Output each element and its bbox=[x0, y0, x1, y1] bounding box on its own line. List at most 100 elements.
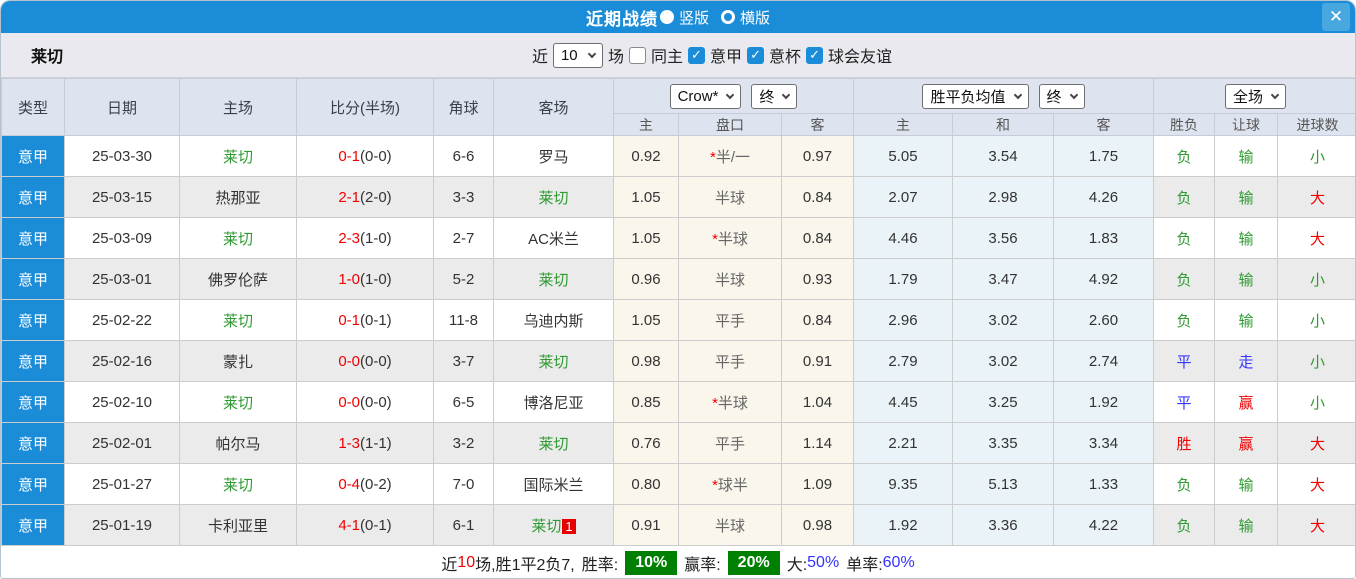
subcol-result: 胜负 bbox=[1154, 114, 1215, 136]
match-score: 0-1(0-1) bbox=[297, 300, 434, 341]
single-rate-value: 60% bbox=[883, 554, 915, 572]
handicap: *半球 bbox=[679, 218, 782, 259]
europe-away: 1.33 bbox=[1054, 464, 1154, 505]
europe-away: 4.92 bbox=[1054, 259, 1154, 300]
table-row: 意甲25-02-01帕尔马1-3(1-1)3-2莱切0.76平手1.142.21… bbox=[2, 423, 1356, 464]
handicap-result: 输 bbox=[1215, 464, 1278, 505]
home-team: 佛罗伦萨 bbox=[180, 259, 297, 300]
europe-period-select[interactable]: 终 bbox=[1039, 84, 1085, 109]
return-rate-badge: 20% bbox=[728, 551, 780, 575]
away-team: 博洛尼亚 bbox=[494, 382, 614, 423]
corners: 3-3 bbox=[434, 177, 494, 218]
result: 负 bbox=[1154, 218, 1215, 259]
handicap: 半球 bbox=[679, 177, 782, 218]
layout-horizontal-radio[interactable]: 横版 bbox=[721, 7, 770, 28]
away-team: 莱切 bbox=[494, 341, 614, 382]
europe-draw: 3.02 bbox=[953, 341, 1054, 382]
europe-away: 1.83 bbox=[1054, 218, 1154, 259]
match-date: 25-03-01 bbox=[65, 259, 180, 300]
match-score: 0-0(0-0) bbox=[297, 341, 434, 382]
odds-group-header: Crow* 终 bbox=[614, 79, 854, 114]
odds-home: 0.91 bbox=[614, 505, 679, 546]
chevron-down-icon bbox=[726, 90, 734, 98]
rank-badge: 1 bbox=[562, 519, 575, 534]
big-value: 50% bbox=[807, 554, 839, 572]
odds-away: 0.97 bbox=[782, 136, 854, 177]
europe-away: 2.74 bbox=[1054, 341, 1154, 382]
europe-odds-select[interactable]: 胜平负均值 bbox=[922, 84, 1028, 109]
odds-away: 0.84 bbox=[782, 177, 854, 218]
europe-away: 3.34 bbox=[1054, 423, 1154, 464]
check-icon: ✓ bbox=[809, 47, 820, 63]
result: 平 bbox=[1154, 341, 1215, 382]
match-score: 2-1(2-0) bbox=[297, 177, 434, 218]
odds-away: 0.98 bbox=[782, 505, 854, 546]
italy-cup-checkbox[interactable]: ✓ bbox=[747, 47, 764, 64]
italy-cup-label: 意杯 bbox=[769, 43, 801, 67]
serie-a-checkbox[interactable]: ✓ bbox=[688, 47, 705, 64]
goals-result: 小 bbox=[1278, 382, 1356, 423]
odds-away: 1.14 bbox=[782, 423, 854, 464]
europe-draw: 2.98 bbox=[953, 177, 1054, 218]
full-match-select[interactable]: 全场 bbox=[1225, 84, 1286, 109]
same-home-checkbox[interactable] bbox=[629, 47, 646, 64]
league-badge: 意甲 bbox=[2, 300, 65, 341]
away-team: AC米兰 bbox=[494, 218, 614, 259]
recent-results-dialog: 近期战绩 竖版 横版 ✕ 莱切 近 10 场 同主 ✓ 意甲 ✓ 意杯 bbox=[0, 0, 1356, 579]
handicap: *半/一 bbox=[679, 136, 782, 177]
league-badge: 意甲 bbox=[2, 423, 65, 464]
odds-period-select[interactable]: 终 bbox=[751, 84, 797, 109]
result: 负 bbox=[1154, 505, 1215, 546]
table-row: 意甲25-03-15热那亚2-1(2-0)3-3莱切1.05半球0.842.07… bbox=[2, 177, 1356, 218]
odds-home: 0.85 bbox=[614, 382, 679, 423]
europe-draw: 5.13 bbox=[953, 464, 1054, 505]
col-type: 类型 bbox=[2, 79, 65, 136]
league-badge: 意甲 bbox=[2, 382, 65, 423]
bookmaker-select[interactable]: Crow* bbox=[670, 84, 742, 109]
home-team: 莱切 bbox=[180, 136, 297, 177]
match-score: 0-0(0-0) bbox=[297, 382, 434, 423]
match-score: 1-3(1-1) bbox=[297, 423, 434, 464]
league-badge: 意甲 bbox=[2, 259, 65, 300]
match-date: 25-01-27 bbox=[65, 464, 180, 505]
corners: 5-2 bbox=[434, 259, 494, 300]
europe-home: 5.05 bbox=[854, 136, 953, 177]
home-team: 帕尔马 bbox=[180, 423, 297, 464]
league-badge: 意甲 bbox=[2, 464, 65, 505]
europe-draw: 3.36 bbox=[953, 505, 1054, 546]
club-friendly-checkbox[interactable]: ✓ bbox=[806, 47, 823, 64]
goals-result: 小 bbox=[1278, 300, 1356, 341]
handicap-result: 输 bbox=[1215, 218, 1278, 259]
europe-draw: 3.25 bbox=[953, 382, 1054, 423]
full-match-value: 全场 bbox=[1233, 86, 1263, 107]
odds-home: 0.80 bbox=[614, 464, 679, 505]
bookmaker-value: Crow* bbox=[678, 88, 719, 105]
corners: 11-8 bbox=[434, 300, 494, 341]
dialog-title: 近期战绩 bbox=[586, 5, 658, 30]
table-row: 意甲25-03-01佛罗伦萨1-0(1-0)5-2莱切0.96半球0.931.7… bbox=[2, 259, 1356, 300]
table-row: 意甲25-01-27莱切0-4(0-2)7-0国际米兰0.80*球半1.099.… bbox=[2, 464, 1356, 505]
odds-away: 1.09 bbox=[782, 464, 854, 505]
home-team: 莱切 bbox=[180, 300, 297, 341]
subcol-odds-home: 主 bbox=[614, 114, 679, 136]
handicap: *球半 bbox=[679, 464, 782, 505]
table-row: 意甲25-02-22莱切0-1(0-1)11-8乌迪内斯1.05平手0.842.… bbox=[2, 300, 1356, 341]
goals-result: 大 bbox=[1278, 423, 1356, 464]
club-friendly-label: 球会友谊 bbox=[828, 43, 892, 67]
away-team: 国际米兰 bbox=[494, 464, 614, 505]
close-button[interactable]: ✕ bbox=[1322, 3, 1350, 31]
win-rate-label: 胜率: bbox=[582, 551, 618, 575]
match-date: 25-03-30 bbox=[65, 136, 180, 177]
match-date: 25-03-15 bbox=[65, 177, 180, 218]
league-badge: 意甲 bbox=[2, 136, 65, 177]
layout-vertical-radio[interactable]: 竖版 bbox=[660, 7, 709, 28]
goals-result: 大 bbox=[1278, 177, 1356, 218]
europe-away: 1.92 bbox=[1054, 382, 1154, 423]
europe-period-value: 终 bbox=[1047, 86, 1062, 107]
europe-draw: 3.35 bbox=[953, 423, 1054, 464]
handicap-result: 赢 bbox=[1215, 382, 1278, 423]
layout-horizontal-label: 横版 bbox=[740, 7, 770, 28]
handicap-result: 输 bbox=[1215, 505, 1278, 546]
home-team: 热那亚 bbox=[180, 177, 297, 218]
recent-count-select[interactable]: 10 bbox=[553, 43, 603, 68]
